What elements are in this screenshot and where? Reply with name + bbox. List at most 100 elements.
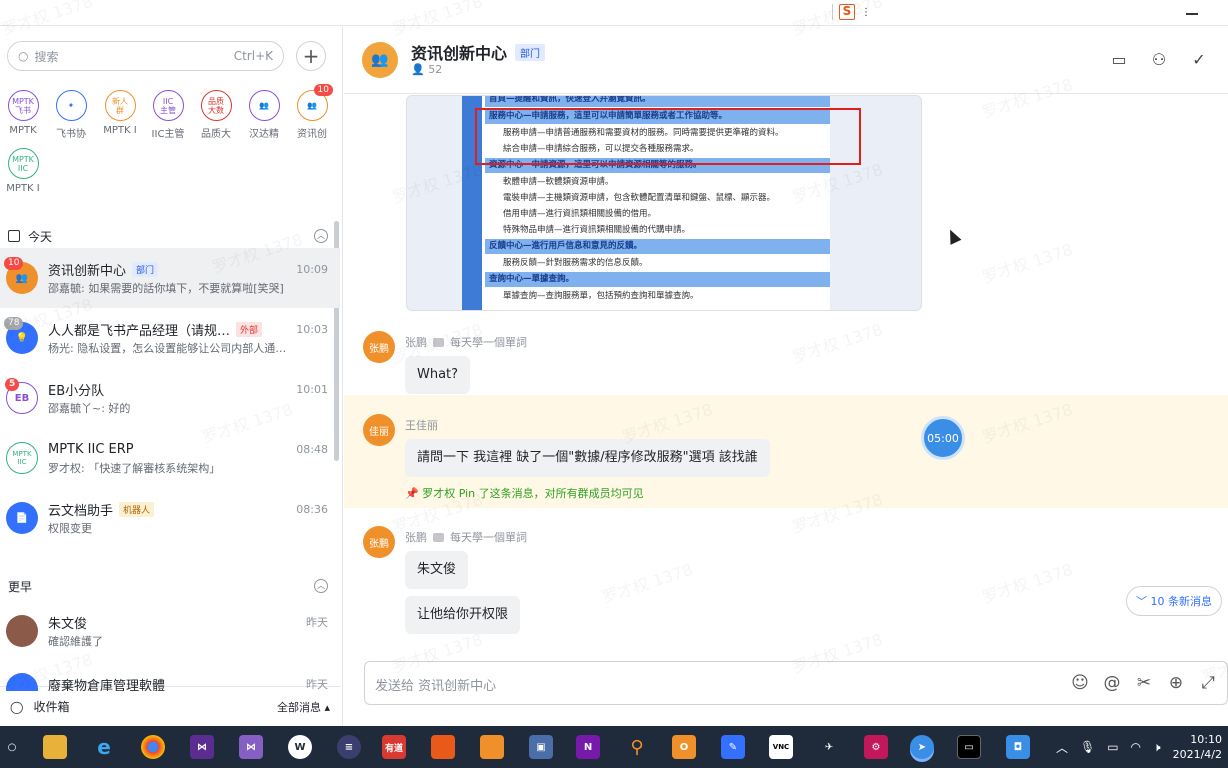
section-earlier[interactable]: 更早 ︿ [0,576,340,596]
inbox-filter-dropdown[interactable]: 全部消息 ▴ [277,699,330,715]
plus-circle-icon[interactable]: ⊕ [1166,673,1186,693]
chat-header-row: MPTK IIC ERP 08:48 [48,440,328,458]
message-bubble[interactable]: 朱文俊 [405,551,469,589]
scissors-icon[interactable]: ✂ [1134,673,1154,693]
new-messages-button[interactable]: ﹀ 10 条新消息 [1126,586,1222,616]
chevron-up-icon[interactable]: ︿ [1056,739,1068,756]
volume-icon[interactable]: 🕨 [1153,740,1161,755]
shortcut-item[interactable]: 👥 汉达精 [245,90,283,140]
shortcut-item[interactable]: MPTK 飞书 MPTK [4,90,42,136]
shortcut-bar: MPTK 飞书 MPTK ✦ 飞书协 新人群 MPTK I IIC 主管 IIC主管 品质 大数 品质大… [4,84,340,200]
youdao-icon[interactable]: 有道 [382,735,406,759]
sender-name[interactable]: 王佳丽 [405,417,438,433]
chrome-icon[interactable] [141,735,165,759]
sender-avatar[interactable]: 张鹏 [363,526,395,558]
sender-avatar[interactable]: 张鹏 [363,331,395,363]
inbox-bar[interactable]: ◯ 收件箱 全部消息 ▴ [0,686,340,726]
wifi-icon[interactable]: ◠ [1131,740,1141,754]
search-tool-icon[interactable]: ⚲ [625,735,649,759]
image-text-line: 反饋中心—進行用戶信息和意見的反饋。 [485,239,830,254]
sublime-2-icon[interactable] [480,735,504,759]
emoji-icon[interactable]: ☺ [1070,673,1090,693]
chat-list-item[interactable]: 朱文俊 昨天 確認維護了 [0,601,340,661]
sender-avatar[interactable]: 佳丽 [363,414,395,446]
group-avatar[interactable]: 👥 [362,42,398,78]
shortcut-item[interactable]: 新人群 MPTK I [101,90,139,136]
avatar-icon: 💡 [15,332,29,344]
vnc-icon[interactable]: VNC [769,735,793,759]
chat-preview: 邵嘉毓丫~: 好的 [48,402,131,415]
ie-icon[interactable]: e [92,735,116,759]
remote-icon[interactable]: ◘ [1006,735,1030,759]
notes-icon[interactable]: ✎ [721,735,745,759]
collapse-icon[interactable]: ︿ [314,229,328,243]
visual-studio-icon[interactable]: ⋈ [190,735,214,759]
section-today[interactable]: 今天 ︿ [0,226,340,246]
sender-name[interactable]: 张鹏 [405,529,427,545]
message-bubble[interactable]: 让他给你开权限 [405,596,521,634]
chat-title[interactable]: 资讯创新中心 部门 [411,40,546,64]
expand-icon[interactable]: ⤢ [1198,673,1218,693]
sender-note: 每天學一個單詞 [450,336,527,349]
feishu-icon[interactable]: ➤ [910,735,934,759]
chat-list-item[interactable]: 👥 10 资讯创新中心 部门 10:09 邵嘉毓: 如果需要的話你填下，不要就算啦[笑哭] [0,248,340,308]
add-member-icon[interactable]: ⚇ [1150,52,1168,68]
status-icon [433,337,444,347]
app-settings-icon[interactable]: ⚙ [864,735,888,759]
calendar-icon [8,230,20,242]
chat-tag: 机器人 [119,501,155,517]
minimize-icon[interactable] [1186,13,1198,15]
onenote-icon[interactable]: N [576,735,600,759]
file-explorer-icon[interactable] [43,735,67,759]
unread-badge: 78 [4,317,24,330]
search-icon[interactable]: ○ [0,735,24,759]
chat-list-item[interactable]: 廢棄物倉庫管理軟體 昨天 [0,661,340,691]
sublime-icon[interactable] [431,735,455,759]
sogou-ime-icon[interactable]: S [839,4,855,20]
terminal-icon[interactable]: ▭ [957,735,981,759]
chat-name: 朱文俊 [48,616,88,632]
network-icon[interactable]: ▣ [529,735,553,759]
ime-menu-icon[interactable]: ⋮ [861,7,871,18]
mention-icon[interactable]: @ [1102,673,1122,693]
ime-toolbar[interactable]: S ⋮ [832,3,871,21]
microphone-icon[interactable]: 🎙 [1080,740,1095,754]
shortcut-avatar-text: IIC [17,163,29,173]
message-composer[interactable]: 发送给 资讯创新中心 ☺ @ ✂ ⊕ ⤢ [364,661,1228,705]
chat-list-item[interactable]: EB 5 EB小分队 10:01 邵嘉毓丫~: 好的 [0,368,340,428]
shortcut-item[interactable]: ✦ 飞书协 [52,90,90,140]
chat-list-item[interactable]: 💡 78 人人都是飞书产品经理（请规… 外部 10:03 杨光: 隐私设置，怎么设置能够让… [0,308,340,368]
collapse-icon[interactable]: ︿ [314,579,328,593]
shortcut-item[interactable]: MPTK IIC MPTK I [4,148,42,194]
drone-icon[interactable]: ✈ [817,735,841,759]
sender-name[interactable]: 张鹏 [405,334,427,350]
section-earlier-label: 更早 [8,579,33,594]
status-icon [433,532,444,542]
chat-list-item[interactable]: MPTK IIC MPTK IIC ERP 08:48 罗才权: 「快速了解審核系统架… [0,428,340,488]
visual-studio-2-icon[interactable]: ⋈ [239,735,263,759]
chat-time: 08:36 [296,502,328,516]
eclipse-icon[interactable]: ≡ [337,735,361,759]
message-bubble[interactable]: What? [405,356,471,394]
chat-preview: 確認維護了 [48,635,103,648]
create-button[interactable]: + [296,41,326,71]
message-bubble[interactable]: 請問一下 我這裡 缺了一個"數據/程序修改服務"選項 該找誰 [405,439,770,477]
outlook-icon[interactable]: O [672,735,696,759]
search-input[interactable]: ○ 搜索 Ctrl+K [7,41,284,71]
chat-list-item[interactable]: 📄 云文档助手 机器人 08:36 权限变更 [0,488,340,548]
check-icon[interactable]: ✓ [1190,52,1208,68]
chat-time: 10:03 [296,322,328,336]
avatar-icon: 📄 [15,512,29,524]
chat-tag: 外部 [236,321,263,337]
shortcut-item[interactable]: 10 👥 资讯创 [293,84,333,140]
shortcut-item[interactable]: IIC 主管 IIC主管 [149,90,187,140]
shortcut-item[interactable]: 品质 大数 品质大 [197,90,235,140]
battery-icon[interactable]: ▭ [1107,740,1118,754]
timer-widget[interactable]: 05:00 [921,416,965,460]
chat-avatar [6,673,38,691]
avatar-icon: MPTK IIC [12,450,32,466]
clock[interactable]: 10:10 2021/4/2 [1173,732,1222,762]
app-icon[interactable]: W [288,735,312,759]
member-count[interactable]: 👤 52 [411,63,442,76]
video-call-icon[interactable]: ▭ [1110,52,1128,68]
